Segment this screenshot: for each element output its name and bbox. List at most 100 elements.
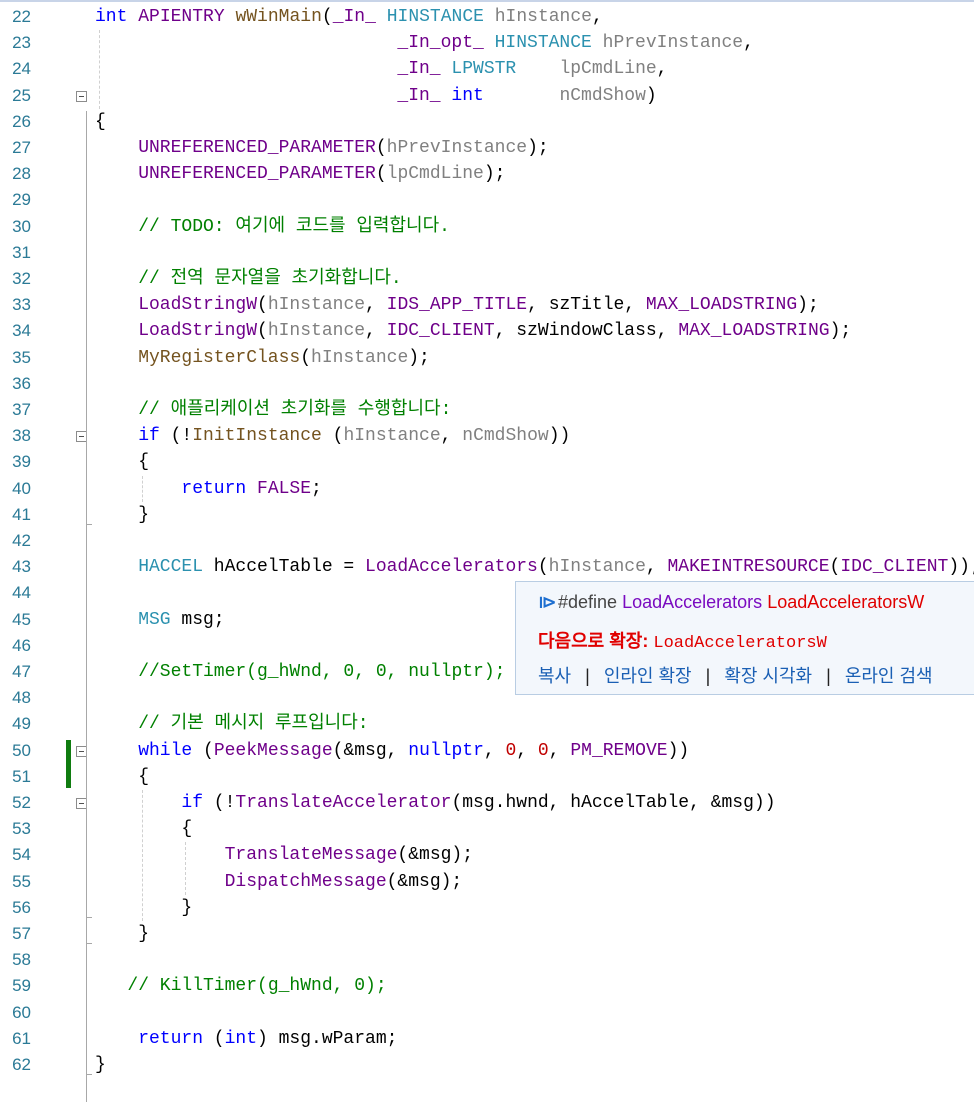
code-editor[interactable]: 22 int APIENTRY wWinMain(_In_ HINSTANCE h…: [0, 2, 974, 1102]
code-line[interactable]: 23 _In_opt_ HINSTANCE hPrevInstance,: [0, 30, 974, 56]
line-code[interactable]: // KillTimer(g_hWnd, 0);: [127, 973, 386, 999]
code-line[interactable]: 27 UNREFERENCED_PARAMETER(hPrevInstance);: [0, 135, 974, 161]
tooltip-visualize-expansion-link[interactable]: 확장 시각화: [724, 666, 812, 686]
line-number: 57: [12, 924, 31, 943]
code-line[interactable]: 61 return (int) msg.wParam;: [0, 1026, 974, 1052]
tooltip-macro-value: LoadAcceleratorsW: [767, 592, 925, 612]
line-code[interactable]: if (!TranslateAccelerator(msg.hwnd, hAcc…: [181, 790, 775, 816]
code-line[interactable]: 56}: [0, 895, 974, 921]
line-number: 45: [12, 609, 31, 629]
line-code[interactable]: {: [181, 816, 192, 842]
line-code[interactable]: // 애플리케이션 초기화를 수행합니다:: [138, 397, 451, 423]
code-line[interactable]: 29: [0, 187, 974, 213]
line-code[interactable]: }: [138, 921, 149, 947]
code-line[interactable]: 58: [0, 947, 974, 973]
line-number: 28: [12, 164, 31, 184]
line-code[interactable]: LoadStringW(hInstance, IDS_APP_TITLE, sz…: [138, 292, 819, 318]
line-code[interactable]: TranslateMessage(&msg);: [225, 842, 473, 868]
code-line[interactable]: 41}: [0, 502, 974, 528]
line-code[interactable]: _In_ LPWSTR lpCmdLine,: [397, 56, 667, 82]
macro-icon: ⧐: [538, 592, 557, 612]
line-number: 55: [12, 871, 31, 891]
line-code[interactable]: DispatchMessage(&msg);: [225, 869, 463, 895]
line-number: 60: [12, 1002, 31, 1022]
line-number: 46: [12, 635, 31, 655]
code-line[interactable]: 24 _In_ LPWSTR lpCmdLine,: [0, 56, 974, 82]
line-code[interactable]: int APIENTRY wWinMain(_In_ HINSTANCE hIn…: [95, 4, 603, 30]
code-line[interactable]: 57}: [0, 921, 974, 947]
code-line[interactable]: 22 int APIENTRY wWinMain(_In_ HINSTANCE h…: [0, 4, 974, 30]
code-line[interactable]: 60: [0, 1000, 974, 1026]
line-code[interactable]: _In_opt_ HINSTANCE hPrevInstance,: [397, 30, 754, 56]
code-line[interactable]: 53 {: [0, 816, 974, 842]
code-line[interactable]: 37 // 애플리케이션 초기화를 수행합니다:: [0, 397, 974, 423]
code-line[interactable]: 38 if (!InitInstance (hInstance, nCmdShow…: [0, 423, 974, 449]
line-number: 38: [12, 426, 31, 446]
code-line[interactable]: 39 {: [0, 449, 974, 475]
line-code[interactable]: MSG msg;: [138, 607, 224, 633]
line-number: 43: [12, 557, 31, 577]
code-line[interactable]: 26 {: [0, 109, 974, 135]
code-line[interactable]: 25 _In_ int nCmdShow): [0, 83, 974, 109]
code-line[interactable]: 32 // 전역 문자열을 초기화합니다.: [0, 266, 974, 292]
code-line[interactable]: 52 if (!TranslateAccelerator(msg.hwnd, hA…: [0, 790, 974, 816]
line-number: 33: [12, 295, 31, 315]
tooltip-define-row: ⧐#define LoadAccelerators LoadAccelerato…: [538, 592, 924, 613]
code-line[interactable]: 36: [0, 371, 974, 397]
line-number: 40: [12, 478, 31, 498]
line-code[interactable]: {: [138, 764, 149, 790]
code-line[interactable]: 62}: [0, 1052, 974, 1078]
line-number: 29: [12, 190, 31, 210]
line-number: 47: [12, 662, 31, 681]
line-code[interactable]: //SetTimer(g_hWnd, 0, 0, nullptr);: [138, 659, 505, 685]
line-number: 42: [12, 531, 31, 550]
line-code[interactable]: if (!InitInstance (hInstance, nCmdShow)): [138, 423, 570, 449]
code-line[interactable]: 34 LoadStringW(hInstance, IDC_CLIENT, szW…: [0, 318, 974, 344]
code-line[interactable]: 54 TranslateMessage(&msg);: [0, 842, 974, 868]
code-line[interactable]: 31: [0, 240, 974, 266]
line-number: 31: [12, 242, 31, 262]
line-number: 24: [12, 59, 31, 79]
line-number: 36: [12, 373, 31, 393]
code-line[interactable]: 59 // KillTimer(g_hWnd, 0);: [0, 973, 974, 999]
line-code[interactable]: _In_ int nCmdShow): [397, 83, 656, 109]
line-code[interactable]: return FALSE;: [181, 476, 321, 502]
line-number: 51: [12, 766, 31, 786]
code-line[interactable]: 42: [0, 528, 974, 554]
code-line[interactable]: 28 UNREFERENCED_PARAMETER(lpCmdLine);: [0, 161, 974, 187]
line-code[interactable]: MyRegisterClass(hInstance);: [138, 345, 430, 371]
code-line[interactable]: 43 HACCEL hAccelTable = LoadAccelerators(…: [0, 554, 974, 580]
line-number: 22: [12, 7, 31, 26]
code-line[interactable]: 40 return FALSE;: [0, 476, 974, 502]
line-number: 32: [12, 269, 31, 288]
line-code[interactable]: // 전역 문자열을 초기화합니다.: [138, 266, 402, 292]
line-code[interactable]: // 기본 메시지 루프입니다:: [138, 711, 368, 737]
tooltip-search-online-link[interactable]: 온라인 검색: [845, 666, 933, 686]
line-code[interactable]: HACCEL hAccelTable = LoadAccelerators(hI…: [138, 554, 974, 580]
tooltip-copy-link[interactable]: 복사: [538, 666, 571, 686]
line-code[interactable]: LoadStringW(hInstance, IDC_CLIENT, szWin…: [138, 318, 851, 344]
line-code[interactable]: UNREFERENCED_PARAMETER(hPrevInstance);: [138, 135, 549, 161]
line-number: 39: [12, 452, 31, 472]
quickinfo-tooltip: ⧐#define LoadAccelerators LoadAccelerato…: [515, 581, 974, 695]
line-code[interactable]: {: [138, 449, 149, 475]
line-code[interactable]: }: [95, 1052, 106, 1078]
line-code[interactable]: {: [95, 109, 106, 135]
line-code[interactable]: }: [181, 895, 192, 921]
code-line[interactable]: 49 // 기본 메시지 루프입니다:: [0, 711, 974, 737]
line-code[interactable]: // TODO: 여기에 코드를 입력합니다.: [138, 214, 450, 240]
code-line[interactable]: 35 MyRegisterClass(hInstance);: [0, 345, 974, 371]
code-line[interactable]: 55 DispatchMessage(&msg);: [0, 869, 974, 895]
line-number: 54: [12, 845, 31, 865]
line-code[interactable]: return (int) msg.wParam;: [138, 1026, 397, 1052]
code-line[interactable]: 33 LoadStringW(hInstance, IDS_APP_TITLE, …: [0, 292, 974, 318]
line-code[interactable]: }: [138, 502, 149, 528]
line-code[interactable]: while (PeekMessage(&msg, nullptr, 0, 0, …: [138, 738, 689, 764]
code-line[interactable]: 50 while (PeekMessage(&msg, nullptr, 0, 0…: [0, 738, 974, 764]
line-code[interactable]: UNREFERENCED_PARAMETER(lpCmdLine);: [138, 161, 505, 187]
line-number: 49: [12, 714, 31, 734]
code-line[interactable]: 51 {: [0, 764, 974, 790]
tooltip-macro-name: LoadAccelerators: [622, 592, 763, 612]
tooltip-inline-expand-link[interactable]: 인라인 확장: [604, 666, 692, 686]
code-line[interactable]: 30 // TODO: 여기에 코드를 입력합니다.: [0, 214, 974, 240]
